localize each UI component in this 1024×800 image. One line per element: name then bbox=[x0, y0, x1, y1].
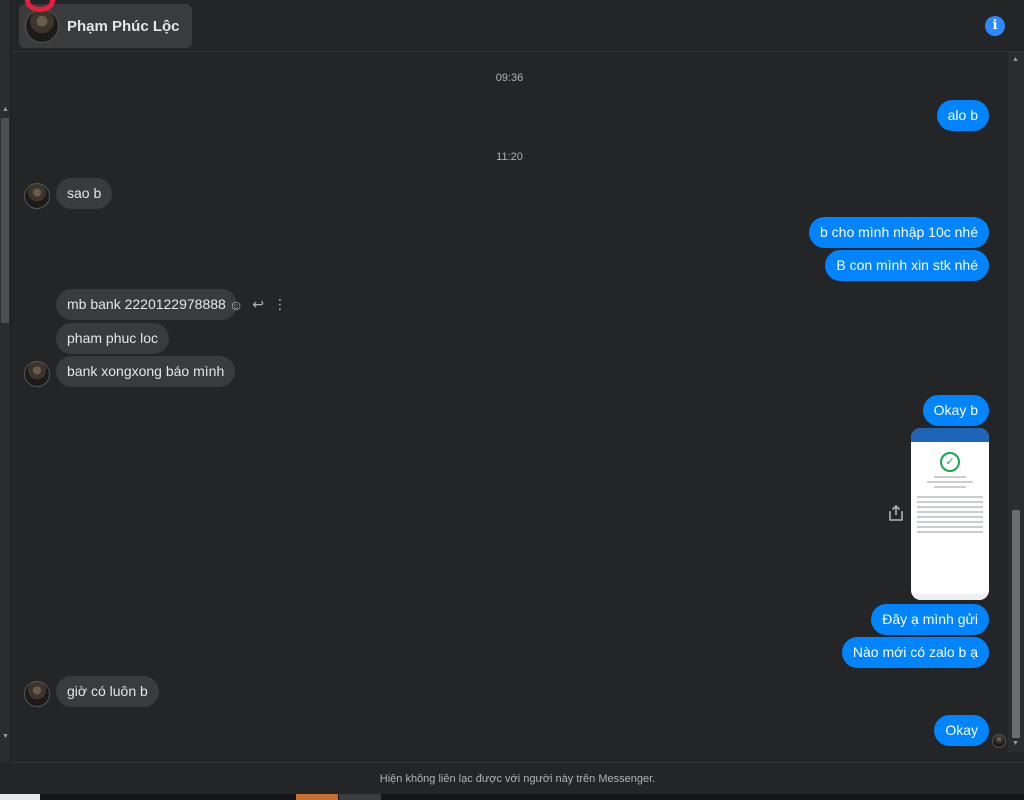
incoming-message[interactable]: mb bank 2220122978888 bbox=[56, 289, 237, 320]
scroll-down-arrow-icon[interactable]: ▼ bbox=[2, 733, 9, 740]
incoming-message[interactable]: bank xongxong báo mình bbox=[56, 356, 236, 387]
sender-avatar[interactable] bbox=[24, 183, 50, 209]
scroll-up-arrow-icon[interactable]: ▲ bbox=[1012, 56, 1019, 63]
seen-avatar bbox=[992, 734, 1006, 748]
contact-avatar bbox=[25, 9, 59, 43]
share-icon[interactable] bbox=[888, 504, 904, 522]
outgoing-message[interactable]: alo b bbox=[936, 100, 989, 131]
incoming-message[interactable]: giờ có luôn b bbox=[56, 676, 159, 707]
message-thread[interactable]: 09:36 alo b 11:20 sao b b cho mình nhập … bbox=[11, 52, 1008, 762]
timestamp: 11:20 bbox=[496, 151, 523, 163]
contact-name: Phạm Phúc Lộc bbox=[67, 17, 180, 35]
taskbar-item[interactable] bbox=[339, 794, 381, 800]
thread-scrollbar-thumb[interactable] bbox=[1012, 510, 1020, 738]
scroll-down-arrow-icon[interactable]: ▼ bbox=[1012, 740, 1019, 747]
transfer-receipt-image[interactable]: ✓ bbox=[911, 428, 989, 600]
left-scrollbar[interactable]: ▲ ▼ bbox=[0, 0, 11, 762]
outgoing-message[interactable]: b cho mình nhập 10c nhé bbox=[808, 217, 989, 248]
info-icon[interactable]: i bbox=[985, 16, 1005, 36]
unavailable-notice: Hiện không liên lạc được với người này t… bbox=[11, 762, 1024, 794]
left-scrollbar-thumb[interactable] bbox=[1, 118, 9, 323]
success-check-icon: ✓ bbox=[940, 452, 960, 472]
taskbar-item[interactable] bbox=[296, 794, 338, 800]
sender-avatar[interactable] bbox=[24, 361, 50, 387]
outgoing-message[interactable]: Okay bbox=[934, 715, 989, 746]
message-actions: ☺ ↩ ⋮ bbox=[229, 296, 287, 313]
taskbar bbox=[0, 794, 1024, 800]
taskbar-item[interactable] bbox=[0, 794, 40, 800]
more-icon[interactable]: ⋮ bbox=[273, 296, 287, 313]
outgoing-message[interactable]: B con mình xin stk nhé bbox=[825, 250, 989, 281]
reply-icon[interactable]: ↩ bbox=[252, 296, 264, 313]
incoming-message[interactable]: sao b bbox=[56, 178, 113, 209]
thread-scrollbar[interactable]: ▲ ▼ bbox=[1008, 52, 1024, 752]
emoji-icon[interactable]: ☺ bbox=[229, 297, 243, 313]
sender-avatar[interactable] bbox=[24, 681, 50, 707]
incoming-message[interactable]: pham phuc loc bbox=[56, 323, 170, 354]
scroll-up-arrow-icon[interactable]: ▲ bbox=[2, 106, 9, 113]
timestamp: 09:36 bbox=[495, 72, 524, 84]
outgoing-message[interactable]: Đây ạ mình gửi bbox=[871, 604, 989, 635]
outgoing-message[interactable]: Okay b bbox=[922, 395, 989, 426]
conversation-header: Phạm Phúc Lộc i bbox=[11, 0, 1024, 52]
receipt-header-bar bbox=[911, 428, 989, 442]
outgoing-message[interactable]: Nào mới có zalo b ạ bbox=[841, 637, 989, 668]
